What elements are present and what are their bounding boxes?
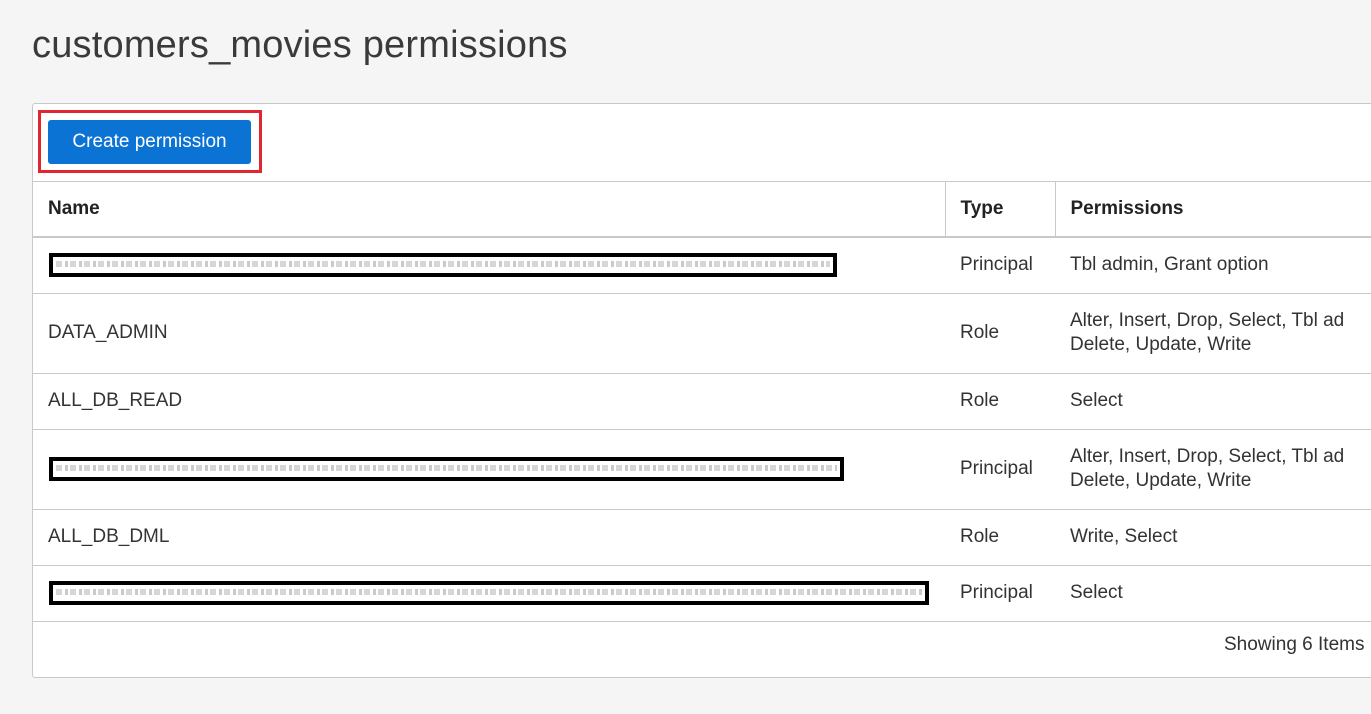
name-cell: ALL_DB_READ [33,373,945,430]
type-cell: Role [945,293,1055,374]
permissions-cell: Alter, Insert, Drop, Select, Tbl ad Dele… [1055,293,1371,374]
table-row[interactable]: Principal Tbl admin, Grant option [33,236,1371,294]
table-row[interactable]: Principal Alter, Insert, Drop, Select, T… [33,429,1371,510]
permissions-cell: Write, Select [1055,509,1371,566]
permissions-cell: Alter, Insert, Drop, Select, Tbl ad Dele… [1055,429,1371,510]
permissions-panel: Create permission Name Type Permissions … [32,103,1371,678]
permissions-cell: Select [1055,565,1371,622]
name-cell: DATA_ADMIN [33,293,945,374]
create-permission-button[interactable]: Create permission [48,120,251,164]
table-row[interactable]: DATA_ADMIN Role Alter, Insert, Drop, Sel… [33,293,1371,374]
type-cell: Role [945,509,1055,566]
table-row[interactable]: ALL_DB_DML Role Write, Select [33,509,1371,566]
column-header-type[interactable]: Type [944,181,1055,238]
redacted-name [49,580,929,605]
permissions-table: Name Type Permissions Principal Tbl admi… [33,181,1371,622]
column-header-name[interactable]: Name [33,181,945,238]
table-row[interactable]: ALL_DB_READ Role Select [33,373,1371,430]
table-header-row: Name Type Permissions [33,181,1371,238]
name-cell [33,236,945,294]
name-cell: ALL_DB_DML [33,509,945,566]
type-cell: Principal [945,429,1055,510]
type-cell: Principal [945,236,1055,294]
page-title: customers_movies permissions [32,24,568,66]
redacted-name [49,456,844,481]
item-count-label: Showing 6 Items [1224,634,1365,655]
redacted-name [49,252,837,277]
name-cell [33,565,945,622]
table-row[interactable]: Principal Select [33,565,1371,622]
permissions-cell: Tbl admin, Grant option [1055,236,1371,294]
name-cell [33,429,945,510]
type-cell: Role [945,373,1055,430]
type-cell: Principal [945,565,1055,622]
permissions-cell: Select [1055,373,1371,430]
column-header-permissions[interactable]: Permissions [1054,181,1371,238]
